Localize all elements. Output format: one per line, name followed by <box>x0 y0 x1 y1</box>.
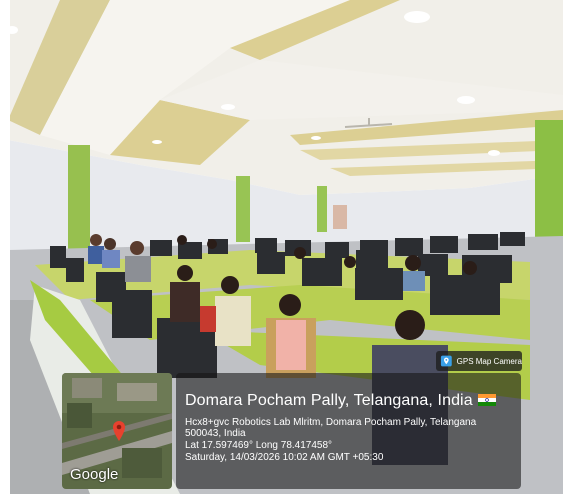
ceiling-light <box>152 140 162 144</box>
address-line-2: 500043, India <box>185 428 246 439</box>
ceiling-light <box>404 11 430 23</box>
pillar <box>68 145 90 255</box>
pillar <box>236 176 250 242</box>
coordinates: Lat 17.597469° Long 78.417458° <box>185 440 333 451</box>
ceiling-light <box>311 136 321 140</box>
timestamp: Saturday, 14/03/2026 10:02 AM GMT +05:30 <box>185 452 384 463</box>
right-frame-edge <box>563 0 571 494</box>
geotag-info-panel: Domara Pocham Pally, Telangana, India Hc… <box>176 373 521 489</box>
location-pin-icon <box>113 421 125 441</box>
ceiling-light <box>457 96 475 104</box>
google-logo: Google <box>70 466 119 483</box>
photo-frame: GPS Map Camera Google Domara Pocham Pall… <box>0 0 571 494</box>
window <box>333 205 347 229</box>
badge-label: GPS Map Camera <box>456 356 522 366</box>
gps-map-camera-icon <box>440 355 452 367</box>
location-title-text: Domara Pocham Pally, Telangana, India <box>185 392 473 409</box>
pillar <box>317 186 327 232</box>
location-title: Domara Pocham Pally, Telangana, India <box>185 392 496 410</box>
gps-map-camera-badge: GPS Map Camera <box>436 351 522 371</box>
map-thumbnail: Google <box>62 373 172 489</box>
ceiling-light <box>488 150 500 156</box>
india-flag-icon <box>477 393 496 406</box>
address-line-1: Hcx8+gvc Robotics Lab Mlritm, Domara Poc… <box>185 417 477 428</box>
left-wall-edge <box>0 0 10 494</box>
ceiling-light <box>221 104 235 110</box>
